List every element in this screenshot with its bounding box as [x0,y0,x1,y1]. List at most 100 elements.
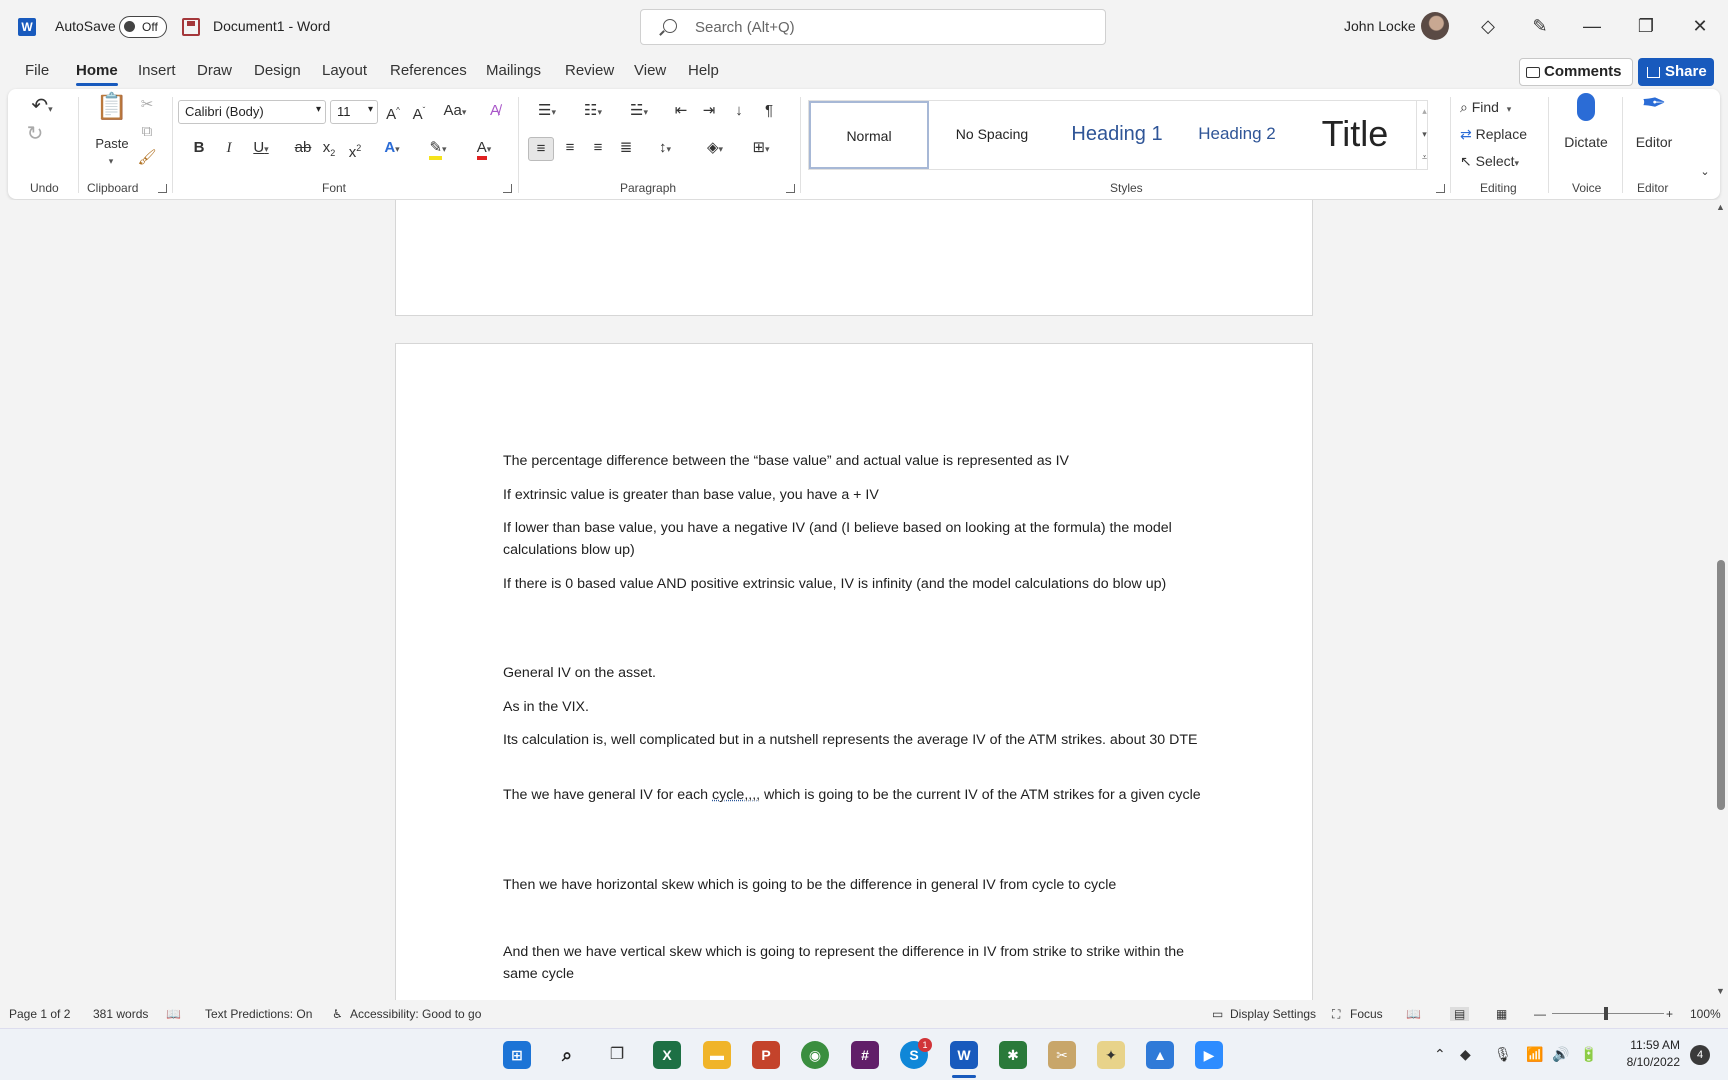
microphone-icon[interactable]: 🎙 [1494,1046,1512,1063]
text-effects-icon[interactable]: A▾ [374,137,410,160]
print-layout-icon[interactable]: ▤ [1450,1007,1470,1021]
doc-paragraph[interactable]: If there is 0 based value AND positive e… [503,573,1213,595]
font-launcher-icon[interactable] [503,184,512,193]
doc-paragraph[interactable]: The we have general IV for each cycle,,,… [503,784,1213,806]
dictate-label[interactable]: Dictate [1556,131,1616,153]
scroll-up-icon[interactable]: ▲ [1716,202,1725,212]
doc-paragraph[interactable]: Then we have horizontal skew which is go… [503,874,1213,896]
style-no-spacing[interactable]: No Spacing [931,101,1053,169]
paragraph-launcher-icon[interactable] [786,184,795,193]
zoom-out-icon[interactable]: — [1534,1007,1546,1021]
redo-icon[interactable]: ↻ [22,123,48,145]
format-painter-icon[interactable]: 🖌 [136,147,158,169]
shading-icon[interactable]: ◈▾ [696,137,734,160]
replace-button[interactable]: ⇄ Replace [1460,123,1527,145]
tab-design[interactable]: Design [254,62,301,79]
tab-insert[interactable]: Insert [138,62,176,79]
zoom-slider[interactable] [1552,1007,1664,1020]
tab-layout[interactable]: Layout [322,62,367,79]
font-name-select[interactable]: Calibri (Body) ▾ [178,100,326,124]
tab-mailings[interactable]: Mailings [486,62,541,79]
tab-review[interactable]: Review [565,62,614,79]
share-button[interactable]: Share [1638,58,1714,86]
multilevel-list-icon[interactable]: ☱▾ [620,100,658,123]
tab-draw[interactable]: Draw [197,62,232,79]
font-size-select[interactable]: 11 ▾ [330,100,378,124]
close-icon[interactable]: ✕ [1688,14,1712,38]
vertical-scrollbar[interactable]: ▲ ▼ [1712,200,1728,1000]
doc-paragraph[interactable]: As in the VIX. [503,696,1213,718]
restore-icon[interactable]: ❐ [1634,14,1658,38]
web-layout-icon[interactable]: ▦ [1496,1007,1507,1021]
slack-icon[interactable]: # [851,1041,879,1069]
system-clock[interactable]: 11:59 AM 8/10/2022 [1620,1037,1680,1071]
save-icon[interactable] [182,18,200,36]
microphone-icon[interactable] [1568,93,1604,131]
photos-icon[interactable]: ▲ [1146,1041,1174,1069]
bold-icon[interactable]: B [188,137,210,159]
task-view-icon[interactable]: ❐ [603,1041,631,1069]
focus-mode[interactable]: Focus [1350,1007,1383,1021]
doc-paragraph[interactable]: And then we have vertical skew which is … [503,941,1213,985]
more-styles-icon[interactable]: ⩡ [1417,146,1432,169]
bullets-icon[interactable]: ☰▾ [528,100,566,123]
strikethrough-icon[interactable]: ab [292,137,314,159]
change-case-icon[interactable]: Aa▾ [436,100,474,123]
italic-icon[interactable]: I [218,137,240,159]
tab-view[interactable]: View [634,62,666,79]
align-right-icon[interactable]: ≡ [586,137,610,159]
diamond-icon[interactable]: ◇ [1476,14,1500,38]
autosave-toggle[interactable]: Off [119,16,167,38]
word-count[interactable]: 381 words [93,1007,148,1021]
select-button[interactable]: ↖ Select▾ [1460,150,1519,174]
show-marks-icon[interactable]: ¶ [758,100,780,122]
chevron-down-icon[interactable]: ▾ [1417,123,1432,146]
editor-icon[interactable]: ✒ [1636,89,1672,131]
align-center-icon[interactable]: ≡ [558,137,582,159]
minimize-icon[interactable]: — [1580,14,1604,38]
proofing-icon[interactable]: 📖 [166,1007,181,1021]
sort-icon[interactable]: ↓ [728,100,750,122]
app-green-icon[interactable]: ✱ [999,1041,1027,1069]
notification-badge[interactable]: 4 [1690,1045,1710,1065]
text-predictions[interactable]: Text Predictions: On [205,1007,312,1021]
collapse-ribbon-icon[interactable]: ⌄ [1696,161,1714,183]
scroll-thumb[interactable] [1717,560,1725,810]
zoom-slider-thumb[interactable] [1604,1007,1608,1020]
borders-icon[interactable]: ⊞▾ [742,137,780,160]
chevron-up-icon[interactable]: ⌃ [1434,1046,1446,1063]
pen-icon[interactable]: ✎ [1528,14,1552,38]
zoom-level[interactable]: 100% [1690,1007,1721,1021]
undo-icon[interactable]: ↶▾ [24,95,60,120]
wifi-icon[interactable]: 📶 [1526,1046,1543,1063]
decrease-indent-icon[interactable]: ⇤ [670,100,692,122]
tab-help[interactable]: Help [688,62,719,79]
dropbox-icon[interactable]: ◆ [1460,1046,1471,1063]
editor-label[interactable]: Editor [1626,131,1682,153]
tab-home[interactable]: Home [76,62,118,86]
accessibility-status[interactable]: Accessibility: Good to go [350,1007,481,1021]
doc-paragraph[interactable]: Its calculation is, well complicated but… [503,729,1213,751]
powerpoint-icon[interactable]: P [752,1041,780,1069]
chevron-up-icon[interactable]: ▴ [1417,100,1432,123]
excel-icon[interactable]: X [653,1041,681,1069]
avatar[interactable] [1421,12,1449,40]
superscript-icon[interactable]: x2 [344,137,366,164]
app-tools-icon[interactable]: ✦ [1097,1041,1125,1069]
line-spacing-icon[interactable]: ↕▾ [646,137,684,160]
doc-paragraph[interactable]: The percentage difference between the “b… [503,450,1213,472]
clear-formatting-icon[interactable]: A̸ [484,100,506,122]
word-icon[interactable]: W [950,1041,978,1069]
style-normal[interactable]: Normal [809,101,929,169]
doc-paragraph[interactable]: If lower than base value, you have a neg… [503,517,1213,561]
comments-button[interactable]: Comments [1519,58,1633,86]
justify-icon[interactable]: ≣ [614,137,638,159]
start-icon[interactable]: ⊞ [503,1041,531,1069]
font-color-icon[interactable]: A▾ [466,137,502,160]
increase-indent-icon[interactable]: ⇥ [698,100,720,122]
highlight-icon[interactable]: ✎▾ [420,137,456,160]
user-name[interactable]: John Locke [1344,18,1416,34]
zoom-in-icon[interactable]: + [1666,1007,1673,1021]
style-heading-1[interactable]: Heading 1 [1055,101,1179,169]
clipboard-launcher-icon[interactable] [158,184,167,193]
